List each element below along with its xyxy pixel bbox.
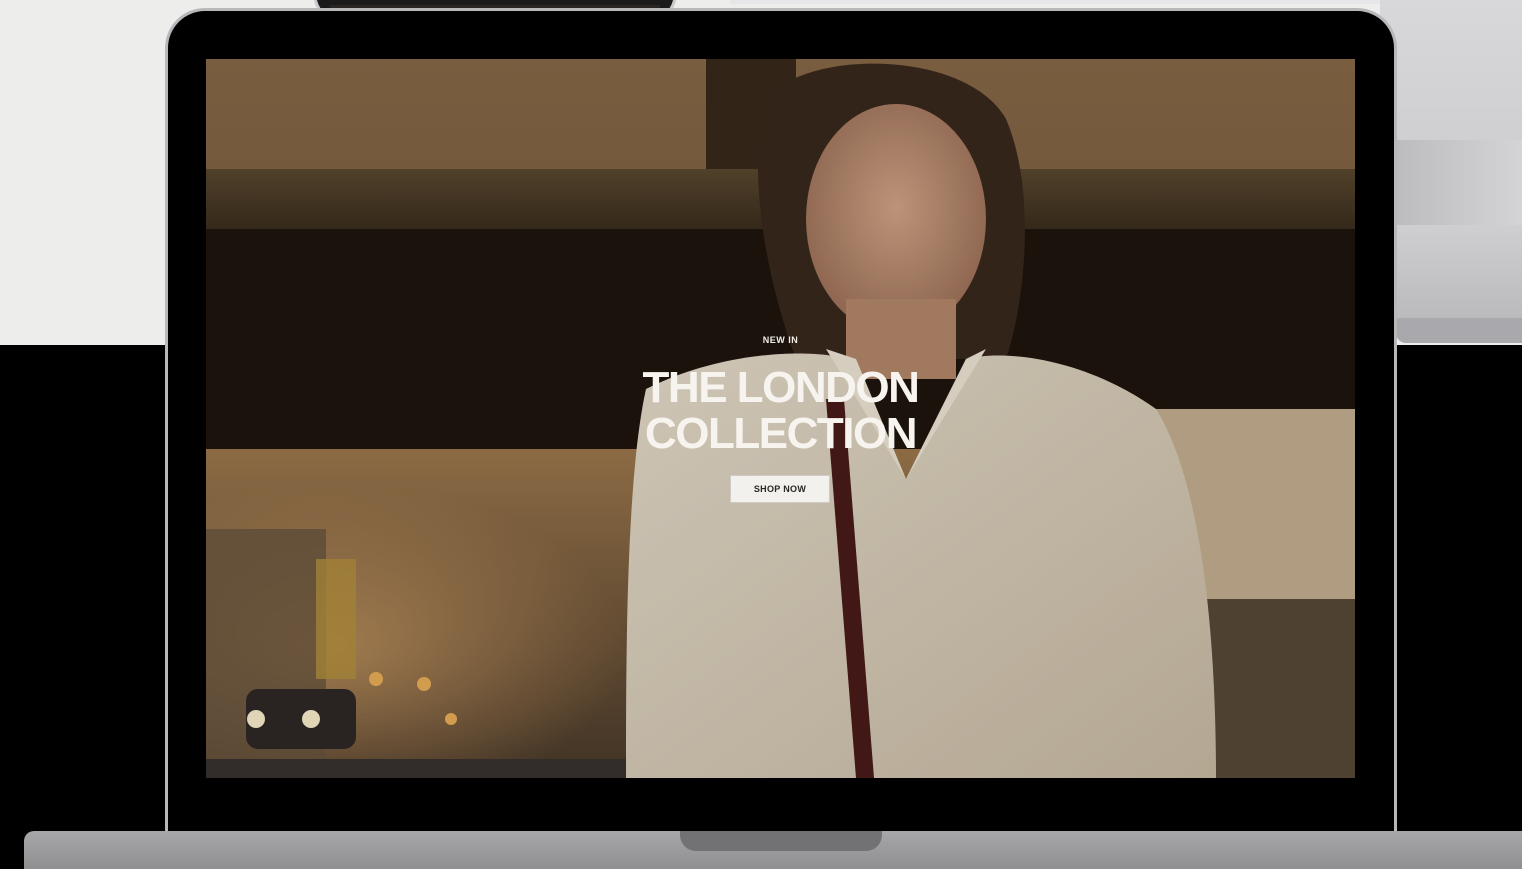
hero-headline: THE LONDON COLLECTION bbox=[206, 365, 1355, 457]
monitor-stand-top bbox=[1380, 0, 1522, 145]
laptop-screen: NEW IN THE LONDON COLLECTION SHOP NOW bbox=[206, 59, 1355, 778]
device-mockup-stage: NEW IN THE LONDON COLLECTION SHOP NOW bbox=[0, 0, 1522, 869]
monitor-stand bbox=[1380, 0, 1522, 343]
monitor-stand-foot bbox=[1396, 318, 1522, 343]
laptop-notch bbox=[680, 831, 882, 851]
shop-now-button[interactable]: SHOP NOW bbox=[730, 475, 830, 503]
monitor-stand-base bbox=[1396, 225, 1522, 325]
monitor-stand-neck bbox=[1396, 140, 1522, 230]
hero-headline-line-1: THE LONDON bbox=[642, 363, 920, 412]
hero-headline-line-2: COLLECTION bbox=[645, 409, 917, 458]
hero-eyebrow: NEW IN bbox=[762, 335, 799, 345]
